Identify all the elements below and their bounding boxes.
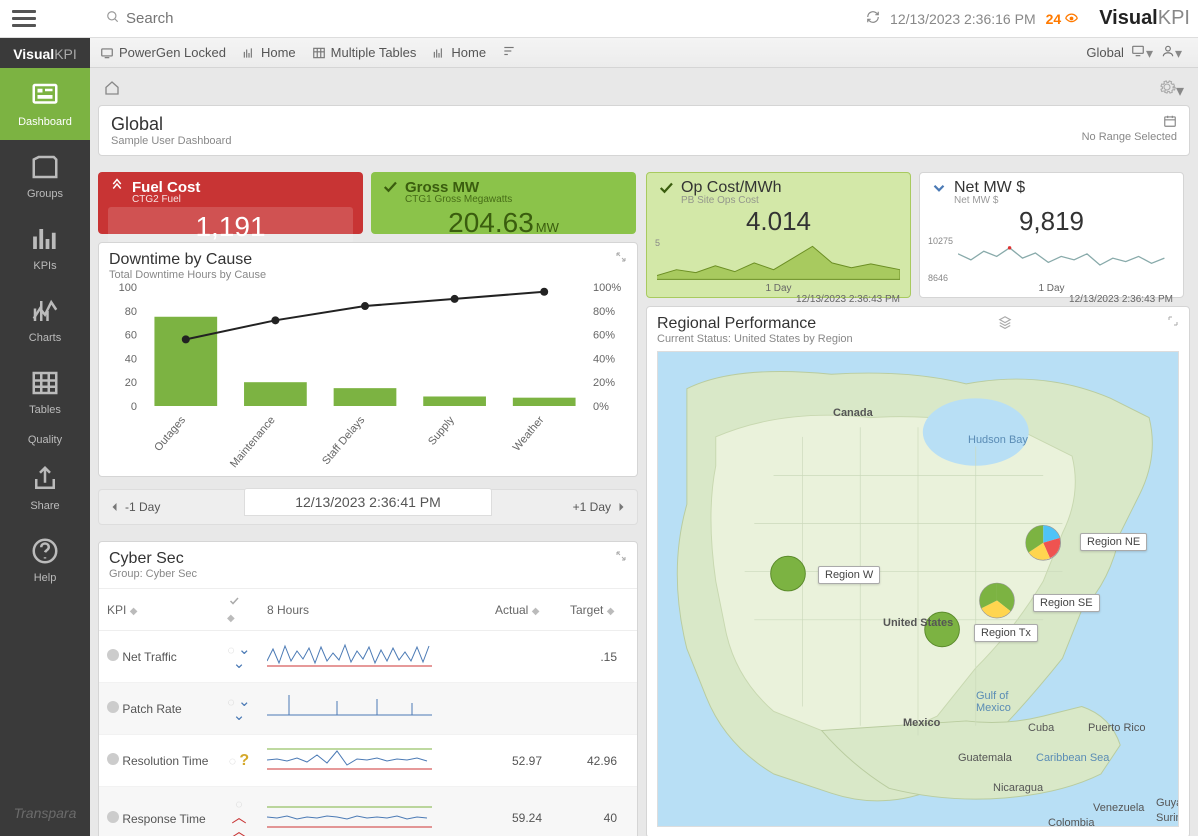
svg-text:60: 60 <box>125 330 137 342</box>
table-row[interactable]: Response Time◌ ︿︿59.2440 <box>99 787 637 836</box>
region-se-label[interactable]: Region SE <box>1033 594 1100 612</box>
downtime-title: Downtime by Cause <box>109 251 266 269</box>
refresh-icon[interactable] <box>866 10 880 27</box>
region-tx-label[interactable]: Region Tx <box>974 624 1038 642</box>
nav-charts[interactable]: Charts <box>0 284 90 356</box>
svg-text:80: 80 <box>125 306 137 318</box>
time-current: 12/13/2023 2:36:41 PM <box>244 488 492 516</box>
crumb-home-2[interactable]: Home <box>432 45 486 60</box>
nav-kpis[interactable]: KPIs <box>0 212 90 284</box>
svg-text:Outages: Outages <box>152 414 188 454</box>
svg-text:20%: 20% <box>593 377 615 389</box>
search-input[interactable] <box>126 10 326 27</box>
topbar-datetime: 12/13/2023 2:36:16 PM <box>890 11 1036 27</box>
range-label: No Range Selected <box>1082 131 1177 143</box>
kpi-fuel-cost[interactable]: Fuel Cost CTG2 Fuel 1,191 <box>98 172 363 234</box>
home-icon[interactable] <box>104 80 120 99</box>
expand-icon[interactable] <box>615 550 627 565</box>
kpi-op-cost[interactable]: Op Cost/MWh PB Site Ops Cost 4.014 5 1 D… <box>646 172 911 298</box>
nav-help[interactable]: Help <box>0 524 90 596</box>
svg-text:40%: 40% <box>593 353 615 365</box>
search-icon <box>106 10 120 27</box>
settings-gear-icon[interactable]: ▾ <box>1158 78 1184 101</box>
svg-text:Supply: Supply <box>426 414 457 448</box>
nav-quality[interactable]: Quality <box>0 428 90 452</box>
calendar-icon[interactable] <box>1163 114 1177 131</box>
scope-monitor-icon[interactable]: ▾ <box>1130 44 1153 62</box>
crumb-home-1[interactable]: Home <box>242 45 296 60</box>
svg-text:100%: 100% <box>593 282 621 294</box>
svg-text:40: 40 <box>125 353 137 365</box>
kpi-net-mw[interactable]: Net MW $ Net MW $ 9,819 10275 8646 1 Day… <box>919 172 1184 298</box>
downtime-panel: Downtime by Cause Total Downtime Hours b… <box>98 242 638 477</box>
svg-text:Weather: Weather <box>511 414 547 454</box>
svg-text:20: 20 <box>125 377 137 389</box>
svg-text:0: 0 <box>131 401 137 413</box>
map[interactable]: Canada Hudson Bay United States Mexico G… <box>657 351 1179 827</box>
svg-text:80%: 80% <box>593 306 615 318</box>
cybersec-panel: Cyber Sec Group: Cyber Sec KPI ◆ ◆ 8 Hou… <box>98 541 638 836</box>
regional-title: Regional Performance <box>657 315 853 333</box>
brand-logo: VisualKPI <box>1099 7 1190 30</box>
downtime-sub: Total Downtime Hours by Cause <box>109 269 266 281</box>
svg-text:100: 100 <box>119 282 137 294</box>
cybersec-title: Cyber Sec <box>109 550 197 568</box>
kpi-gross-mw[interactable]: Gross MW CTG1 Gross Megawatts 204.63MW <box>371 172 636 234</box>
layers-icon[interactable] <box>998 315 1012 332</box>
table-row[interactable]: Net Traffic◌ ⌄⌄.15 <box>99 631 637 683</box>
nav-share[interactable]: Share <box>0 452 90 524</box>
svg-text:Maintenance: Maintenance <box>228 414 278 470</box>
expand-icon[interactable] <box>1167 315 1179 330</box>
crumb-powergen[interactable]: PowerGen Locked <box>100 45 226 60</box>
time-back-button[interactable]: -1 Day <box>109 500 160 514</box>
table-row[interactable]: Resolution Time◌ ?52.9742.96 <box>99 735 637 787</box>
region-w-label[interactable]: Region W <box>818 566 880 584</box>
time-fwd-button[interactable]: +1 Day <box>573 500 627 514</box>
breadcrumb-bar: PowerGen Locked Home Multiple Tables Hom… <box>0 38 1198 68</box>
regional-panel: Regional Performance Current Status: Uni… <box>646 306 1190 836</box>
search-wrap <box>106 10 866 27</box>
user-icon[interactable]: ▾ <box>1161 44 1182 62</box>
nav-groups[interactable]: Groups <box>0 140 90 212</box>
svg-text:60%: 60% <box>593 330 615 342</box>
dashboard-subtitle: Sample User Dashboard <box>111 135 1082 147</box>
sort-icon[interactable] <box>502 44 516 61</box>
table-row[interactable]: Patch Rate◌ ⌄⌄ <box>99 683 637 735</box>
sidebar: VisualKPI Dashboard Groups KPIs Charts T… <box>0 38 90 836</box>
svg-text:0%: 0% <box>593 401 609 413</box>
region-ne-label[interactable]: Region NE <box>1080 533 1147 551</box>
cybersec-table: KPI ◆ ◆ 8 Hours Actual ◆ Target ◆ Net Tr… <box>99 588 637 836</box>
sidebar-logo: VisualKPI <box>0 42 90 68</box>
nav-tables[interactable]: Tables <box>0 356 90 428</box>
svg-text:Staff Delays: Staff Delays <box>320 414 368 467</box>
time-nav: -1 Day 12/13/2023 2:36:41 PM +1 Day <box>98 489 638 525</box>
alert-count[interactable]: 24 <box>1046 11 1080 27</box>
company-logo: Transpara <box>14 790 77 836</box>
regional-sub: Current Status: United States by Region <box>657 333 853 345</box>
scope-label[interactable]: Global <box>1086 45 1124 60</box>
downtime-chart: 0 20 40 60 80 100 0% 20% 40% 60% 80% 100% Outages Mai… <box>109 281 629 476</box>
crumb-tables[interactable]: Multiple Tables <box>312 45 417 60</box>
dashboard-title: Global <box>111 114 1082 135</box>
cybersec-sub: Group: Cyber Sec <box>109 568 197 580</box>
dashboard-title-panel: Global Sample User Dashboard No Range Se… <box>98 105 1190 156</box>
nav-dashboard[interactable]: Dashboard <box>0 68 90 140</box>
menu-toggle[interactable] <box>12 7 36 31</box>
expand-icon[interactable] <box>615 251 627 266</box>
